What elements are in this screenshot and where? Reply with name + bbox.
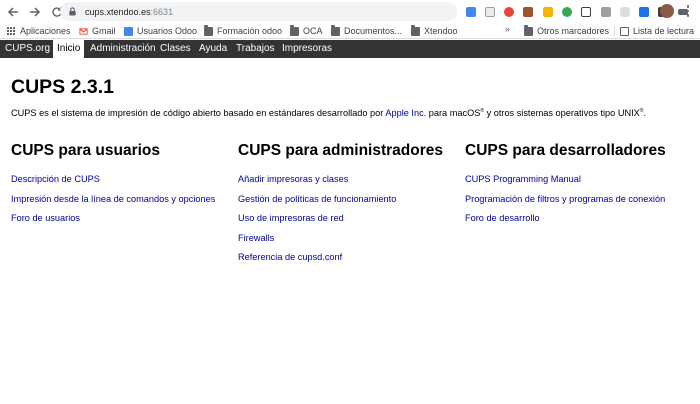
link-descripcion-cups[interactable]: Descripción de CUPS xyxy=(11,174,100,184)
browser-toolbar: cups.xtendoo.es:6631 xyxy=(0,0,700,23)
folder-icon xyxy=(204,24,213,36)
bookmarks-divider xyxy=(614,26,615,36)
camera-extension-icon[interactable] xyxy=(616,3,633,20)
library-extension-icon[interactable] xyxy=(520,3,537,20)
nav-clases[interactable]: Clases xyxy=(160,40,191,58)
page-title: CUPS 2.3.1 xyxy=(11,76,114,98)
intro-paragraph: CUPS es el sistema de impresión de códig… xyxy=(11,108,646,118)
admins-heading: CUPS para administradores xyxy=(238,142,444,159)
list-item: Foro de usuarios xyxy=(11,213,236,233)
cups-nav-bar: CUPS.org Inicio Administración Clases Ay… xyxy=(0,40,700,58)
list-item: Referencia de cupsd.conf xyxy=(238,252,463,272)
bookmark-label: Aplicaciones xyxy=(20,26,71,36)
link-anadir-impresoras[interactable]: Añadir impresoras y clases xyxy=(238,174,348,184)
folder-icon xyxy=(524,24,533,36)
link-cups-programming-manual[interactable]: CUPS Programming Manual xyxy=(465,174,581,184)
list-item: Foro de desarrollo xyxy=(465,213,690,233)
bookmark-label: Gmail xyxy=(92,26,116,36)
link-referencia-cupsd[interactable]: Referencia de cupsd.conf xyxy=(238,252,342,262)
arrow-left-icon xyxy=(7,6,18,17)
lock-icon xyxy=(69,7,76,16)
bookmark-label: Documentos... xyxy=(344,26,403,36)
folder-icon xyxy=(331,24,340,36)
apple-link[interactable]: Apple Inc. xyxy=(385,108,426,118)
folder-icon xyxy=(411,24,420,36)
bookmark-oca[interactable]: OCA xyxy=(290,24,323,38)
bookmark-label: Formación odoo xyxy=(217,26,283,36)
nav-impresoras[interactable]: Impresoras xyxy=(282,40,332,58)
folder-icon xyxy=(290,24,299,36)
list-item: Uso de impresoras de red xyxy=(238,213,463,233)
bookmarks-bar: Aplicaciones Gmail Usuarios Odoo Formaci… xyxy=(0,23,700,39)
admins-link-list: Añadir impresoras y clases Gestión de po… xyxy=(238,174,463,272)
link-foro-desarrollo[interactable]: Foro de desarrollo xyxy=(465,213,540,223)
list-item: Gestión de políticas de funcionamiento xyxy=(238,194,463,214)
intro-text: . xyxy=(643,108,647,119)
apps-grid-icon xyxy=(7,27,15,35)
reader-extension-icon[interactable] xyxy=(578,3,595,20)
intro-text: CUPS es el sistema de impresión de códig… xyxy=(11,108,386,119)
link-uso-impresoras-red[interactable]: Uso de impresoras de red xyxy=(238,213,344,223)
intro-text: para macOS xyxy=(426,108,481,119)
users-link-list: Descripción de CUPS Impresión desde la l… xyxy=(11,174,236,233)
other-bookmarks[interactable]: Otros marcadores xyxy=(524,24,609,38)
nav-ayuda[interactable]: Ayuda xyxy=(199,40,227,58)
meet-extension-icon[interactable] xyxy=(539,3,556,20)
link-impresion-linea-comandos[interactable]: Impresión desde la línea de comandos y o… xyxy=(11,194,215,204)
nav-administracion[interactable]: Administración xyxy=(90,40,156,58)
intro-text: y otros sistemas operativos tipo UNIX xyxy=(484,108,640,119)
back-button[interactable] xyxy=(4,3,22,21)
link-gestion-politicas[interactable]: Gestión de políticas de funcionamiento xyxy=(238,194,396,204)
browser-menu-icon[interactable] xyxy=(683,4,693,18)
green-extension-icon[interactable] xyxy=(558,3,575,20)
developers-column: CUPS para desarrolladores CUPS Programmi… xyxy=(465,142,690,233)
translate-extension-icon[interactable] xyxy=(462,3,479,20)
list-item: Descripción de CUPS xyxy=(11,174,236,194)
developers-link-list: CUPS Programming Manual Programación de … xyxy=(465,174,690,233)
more-bookmarks-chevron-icon[interactable]: » xyxy=(505,24,510,34)
nav-trabajos[interactable]: Trabajos xyxy=(236,40,275,58)
bookmark-label: Usuarios Odoo xyxy=(137,26,198,36)
nav-inicio[interactable]: Inicio xyxy=(53,40,85,58)
bookmark-formacion-odoo[interactable]: Formación odoo xyxy=(204,24,282,38)
link-foro-usuarios[interactable]: Foro de usuarios xyxy=(11,213,80,223)
address-host: cups.xtendoo.es xyxy=(85,6,151,17)
key-extension-icon[interactable] xyxy=(481,3,498,20)
other-bookmarks-label: Otros marcadores xyxy=(537,26,610,36)
arrow-right-icon xyxy=(30,6,41,17)
gmail-icon xyxy=(79,27,88,35)
list-item: Firewalls xyxy=(238,233,463,253)
list-item: CUPS Programming Manual xyxy=(465,174,690,194)
grid-extension-icon[interactable] xyxy=(597,3,614,20)
address-port: :6631 xyxy=(150,6,174,17)
admins-column: CUPS para administradores Añadir impreso… xyxy=(238,142,463,272)
link-programacion-filtros[interactable]: Programación de filtros y programas de c… xyxy=(465,194,665,204)
users-heading: CUPS para usuarios xyxy=(11,142,161,159)
forward-button[interactable] xyxy=(26,3,44,21)
opera-extension-icon[interactable] xyxy=(501,3,518,20)
edit-extension-icon[interactable] xyxy=(636,3,653,20)
list-item: Impresión desde la línea de comandos y o… xyxy=(11,194,236,214)
bookmark-usuarios-odoo[interactable]: Usuarios Odoo xyxy=(124,24,197,38)
reading-list[interactable]: Lista de lectura xyxy=(620,24,694,38)
list-item: Programación de filtros y programas de c… xyxy=(465,194,690,214)
reading-list-label: Lista de lectura xyxy=(633,26,695,36)
nav-cups-org[interactable]: CUPS.org xyxy=(5,40,50,58)
users-column: CUPS para usuarios Descripción de CUPS I… xyxy=(11,142,236,233)
developers-heading: CUPS para desarrolladores xyxy=(465,142,666,159)
link-firewalls[interactable]: Firewalls xyxy=(238,233,274,243)
bookmark-label: Xtendoo xyxy=(424,26,458,36)
docs-icon xyxy=(124,26,133,36)
bookmark-xtendoo[interactable]: Xtendoo xyxy=(411,24,458,38)
bookmark-apps[interactable]: Aplicaciones xyxy=(7,24,71,38)
bookmark-label: OCA xyxy=(303,26,323,36)
profile-avatar[interactable] xyxy=(660,4,674,18)
bookmark-gmail[interactable]: Gmail xyxy=(79,24,116,38)
extensions-row xyxy=(462,3,694,20)
list-item: Añadir impresoras y clases xyxy=(238,174,463,194)
reading-list-icon xyxy=(620,26,629,36)
bookmark-documentos[interactable]: Documentos... xyxy=(331,24,402,38)
address-bar[interactable]: cups.xtendoo.es:6631 xyxy=(60,2,457,21)
